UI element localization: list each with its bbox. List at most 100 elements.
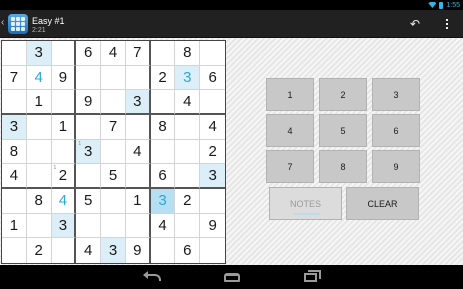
digit-button-8[interactable]: 8 bbox=[319, 150, 367, 183]
digit-button-5[interactable]: 5 bbox=[319, 114, 367, 147]
cell-r6-c5[interactable]: 5 bbox=[101, 164, 126, 189]
cell-r3-c8[interactable]: 4 bbox=[175, 90, 201, 115]
cell-r3-c7[interactable] bbox=[150, 90, 176, 115]
sudoku-app-icon[interactable] bbox=[8, 14, 28, 34]
home-button[interactable] bbox=[218, 268, 246, 286]
up-chevron-icon[interactable]: ‹ bbox=[1, 18, 6, 28]
cell-r1-c2[interactable]: 3 bbox=[26, 41, 52, 66]
cell-r2-c3[interactable]: 9 bbox=[51, 65, 77, 91]
cell-r4-c8[interactable] bbox=[175, 114, 201, 140]
digit-button-9[interactable]: 9 bbox=[372, 150, 420, 183]
cell-r8-c2[interactable] bbox=[26, 213, 52, 239]
cell-r6-c8[interactable] bbox=[175, 164, 201, 189]
cell-r8-c9[interactable]: 9 bbox=[200, 214, 225, 239]
cell-r8-c8[interactable] bbox=[175, 213, 201, 239]
cell-r9-c9[interactable] bbox=[200, 238, 225, 263]
cell-r4-c6[interactable] bbox=[125, 114, 151, 140]
cell-r7-c7[interactable]: 3 bbox=[150, 188, 176, 214]
cell-r5-c2[interactable] bbox=[26, 139, 52, 165]
back-button[interactable] bbox=[140, 268, 168, 286]
action-bar: ‹ Easy #1 2:21 ↶ bbox=[0, 10, 463, 38]
cell-r6-c6[interactable] bbox=[125, 164, 151, 189]
cell-r9-c4[interactable]: 4 bbox=[76, 238, 102, 263]
cell-r7-c1[interactable] bbox=[2, 188, 27, 214]
cell-r2-c9[interactable]: 6 bbox=[200, 66, 225, 91]
digit-button-4[interactable]: 4 bbox=[266, 114, 314, 147]
cell-r8-c3[interactable]: 3 bbox=[51, 213, 77, 239]
cell-r1-c1[interactable] bbox=[2, 41, 27, 66]
cell-r2-c8[interactable]: 3 bbox=[175, 65, 201, 91]
cell-r2-c7[interactable]: 2 bbox=[150, 65, 176, 91]
cell-r5-c7[interactable] bbox=[150, 139, 176, 165]
cell-r1-c8[interactable]: 8 bbox=[175, 41, 201, 66]
cell-r8-c7[interactable]: 4 bbox=[150, 213, 176, 239]
cell-r7-c5[interactable] bbox=[101, 188, 126, 214]
cell-r7-c4[interactable]: 5 bbox=[76, 188, 102, 214]
cell-r7-c8[interactable]: 2 bbox=[175, 188, 201, 214]
overflow-menu-button[interactable] bbox=[438, 15, 456, 33]
cell-r2-c5[interactable] bbox=[101, 65, 126, 91]
cell-r5-c5[interactable] bbox=[101, 139, 126, 165]
cell-r3-c4[interactable]: 9 bbox=[76, 90, 102, 115]
cell-r9-c2[interactable]: 2 bbox=[27, 238, 52, 263]
cell-r1-c4[interactable]: 6 bbox=[76, 41, 102, 66]
cell-r7-c2[interactable]: 8 bbox=[26, 188, 52, 214]
cell-r3-c9[interactable] bbox=[200, 90, 225, 115]
cell-r9-c8[interactable]: 6 bbox=[175, 238, 201, 263]
cell-r4-c7[interactable]: 8 bbox=[150, 114, 176, 140]
cell-r9-c3[interactable] bbox=[52, 238, 77, 263]
cell-r6-c7[interactable]: 6 bbox=[150, 164, 176, 189]
cell-r1-c3[interactable] bbox=[51, 41, 77, 66]
cell-r1-c5[interactable]: 4 bbox=[101, 41, 126, 66]
cell-r2-c2[interactable]: 4 bbox=[26, 65, 52, 91]
cell-r6-c9[interactable]: 3 bbox=[200, 164, 225, 189]
cell-r3-c6[interactable]: 3 bbox=[125, 90, 151, 115]
cell-r7-c3[interactable]: 4 bbox=[51, 188, 77, 214]
cell-r4-c3[interactable]: 1 bbox=[51, 114, 77, 140]
cell-r8-c1[interactable]: 1 bbox=[2, 213, 27, 239]
cell-r4-c2[interactable] bbox=[26, 114, 52, 140]
digit-button-1[interactable]: 1 bbox=[266, 78, 314, 111]
cell-r7-c9[interactable] bbox=[200, 189, 225, 214]
cell-r4-c4[interactable] bbox=[76, 114, 102, 140]
cell-r9-c7[interactable] bbox=[151, 238, 176, 263]
cell-r2-c6[interactable] bbox=[125, 65, 151, 91]
recent-apps-button[interactable] bbox=[296, 268, 324, 286]
cell-r2-c4[interactable] bbox=[76, 65, 102, 91]
cell-r9-c6[interactable]: 9 bbox=[126, 238, 151, 263]
cell-r4-c9[interactable]: 4 bbox=[200, 115, 225, 140]
cell-r6-c3[interactable]: 21 bbox=[51, 164, 77, 189]
cell-r3-c2[interactable]: 1 bbox=[26, 90, 52, 115]
cell-r9-c1[interactable] bbox=[2, 238, 27, 263]
cell-r1-c9[interactable] bbox=[200, 41, 225, 66]
undo-button[interactable]: ↶ bbox=[404, 15, 426, 33]
cell-r8-c5[interactable] bbox=[101, 213, 126, 239]
cell-r3-c1[interactable] bbox=[2, 90, 27, 115]
cell-r2-c1[interactable]: 7 bbox=[2, 65, 27, 91]
digit-button-2[interactable]: 2 bbox=[319, 78, 367, 111]
cell-r3-c3[interactable] bbox=[51, 90, 77, 115]
cell-r1-c6[interactable]: 7 bbox=[125, 41, 151, 66]
cell-r7-c6[interactable]: 1 bbox=[125, 188, 151, 214]
cell-r5-c1[interactable]: 8 bbox=[2, 139, 27, 165]
cell-r6-c2[interactable] bbox=[26, 164, 52, 189]
cell-r8-c4[interactable] bbox=[76, 213, 102, 239]
cell-r6-c4[interactable] bbox=[76, 164, 102, 189]
cell-r5-c4[interactable]: 31 bbox=[76, 139, 102, 165]
cell-r4-c5[interactable]: 7 bbox=[101, 114, 126, 140]
digit-button-7[interactable]: 7 bbox=[266, 150, 314, 183]
cell-r8-c6[interactable] bbox=[125, 213, 151, 239]
notes-button[interactable]: NOTES bbox=[269, 187, 342, 220]
clear-button[interactable]: CLEAR bbox=[346, 187, 419, 220]
cell-r6-c1[interactable]: 4 bbox=[2, 164, 27, 189]
cell-r3-c5[interactable] bbox=[101, 90, 126, 115]
digit-button-6[interactable]: 6 bbox=[372, 114, 420, 147]
cell-r5-c3[interactable] bbox=[51, 139, 77, 165]
digit-button-3[interactable]: 3 bbox=[372, 78, 420, 111]
cell-r9-c5[interactable]: 3 bbox=[101, 238, 126, 263]
cell-r1-c7[interactable] bbox=[150, 41, 176, 66]
cell-r5-c8[interactable] bbox=[175, 139, 201, 165]
cell-r4-c1[interactable]: 3 bbox=[2, 114, 27, 140]
cell-r5-c6[interactable]: 4 bbox=[125, 139, 151, 165]
cell-r5-c9[interactable]: 2 bbox=[200, 140, 225, 165]
